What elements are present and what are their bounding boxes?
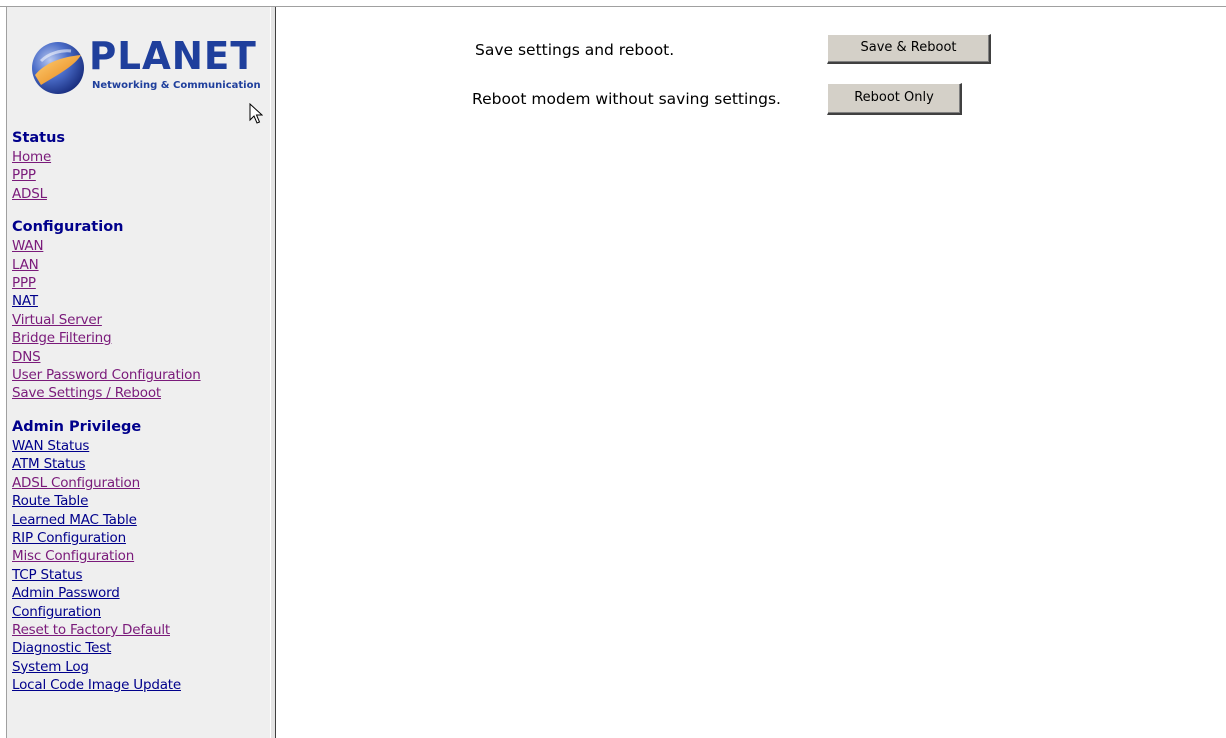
sidebar-section-heading: Status [12, 130, 66, 146]
sidebar-link[interactable]: Learned MAC Table [12, 511, 268, 529]
sidebar-link[interactable]: DNS [12, 348, 268, 366]
sidebar-link[interactable]: Admin Password [12, 584, 268, 602]
sidebar-link[interactable]: NAT [12, 292, 268, 310]
sidebar-link[interactable]: LAN [12, 256, 268, 274]
sidebar-link[interactable]: Configuration [12, 603, 268, 621]
sidebar-link[interactable]: User Password Configuration [12, 366, 268, 384]
sidebar-link[interactable]: PPP [12, 166, 268, 184]
sidebar-link[interactable]: WAN Status [12, 437, 268, 455]
sidebar-section-heading: Configuration [12, 219, 124, 236]
logo-tagline: Networking & Communication [92, 80, 261, 91]
sidebar-link[interactable]: ATM Status [12, 455, 268, 473]
sidebar-section: Admin Privilege WAN Status ATM Status ADSL … [12, 417, 268, 695]
sidebar-link[interactable]: Misc Configuration [12, 547, 268, 565]
sidebar-link[interactable]: Bridge Filtering [12, 329, 268, 347]
sidebar-section-heading: Admin Privilege [12, 418, 142, 435]
sidebar-link[interactable]: ADSL Configuration [12, 474, 268, 492]
sidebar-link[interactable]: Virtual Server [12, 311, 268, 329]
reboot-only-description: Reboot modem without saving settings. [472, 90, 781, 108]
planet-globe-icon [32, 42, 84, 94]
reboot-only-button[interactable]: Reboot Only [827, 83, 962, 115]
sidebar-link[interactable]: TCP Status [12, 566, 268, 584]
sidebar-link[interactable]: Reset to Factory Default [12, 621, 268, 639]
mouse-pointer-icon [249, 103, 263, 124]
sidebar-link[interactable]: RIP Configuration [12, 529, 268, 547]
frame-splitter[interactable] [270, 7, 276, 738]
save-reboot-description: Save settings and reboot. [475, 41, 675, 59]
sidebar-link[interactable]: Local Code Image Update [12, 676, 268, 694]
sidebar-link[interactable]: Home [12, 148, 268, 166]
sidebar-section: Configuration WAN LAN PPP NAT Virtual Server B… [12, 217, 268, 403]
planet-logo: PLANET Networking & Communication [31, 34, 261, 102]
sidebar-link[interactable]: PPP [12, 274, 268, 292]
sidebar-link[interactable]: ADSL [12, 185, 268, 203]
sidebar-nav: Status Home PPP ADSL Configuration WAN LAN PPP N… [12, 128, 268, 709]
sidebar-link[interactable]: Route Table [12, 492, 268, 510]
main-frame: Save settings and reboot. Save & Reboot … [278, 7, 1226, 738]
router-admin-page: PLANET Networking & Communication Status… [0, 0, 1226, 738]
sidebar-section: Status Home PPP ADSL [12, 128, 268, 203]
sidebar-link[interactable]: Diagnostic Test [12, 639, 268, 657]
sidebar-link[interactable]: WAN [12, 237, 268, 255]
logo-brand-text: PLANET [89, 34, 257, 78]
save-and-reboot-button[interactable]: Save & Reboot [827, 34, 991, 64]
sidebar-link[interactable]: Save Settings / Reboot [12, 384, 268, 402]
sidebar-link[interactable]: System Log [12, 658, 268, 676]
